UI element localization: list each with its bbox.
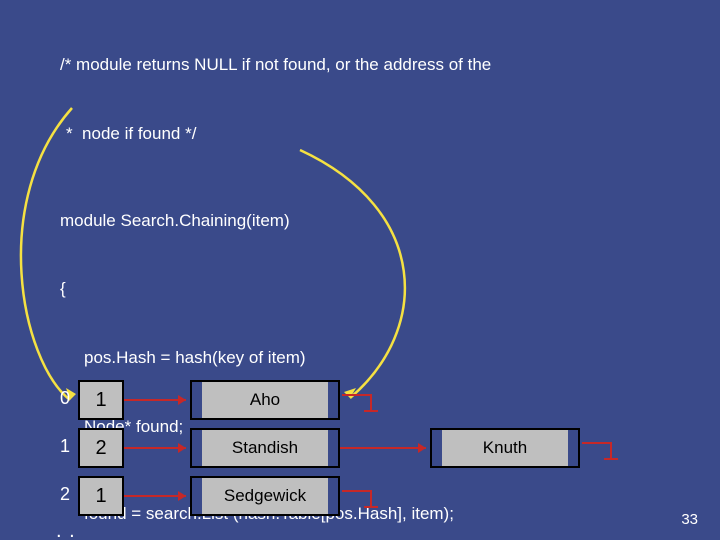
code-signature: module Search.Chaining(item)	[60, 210, 491, 233]
chain-length-box: 1	[78, 380, 124, 420]
chain-node: Sedgewick	[190, 476, 340, 516]
chain-length-box: 1	[78, 476, 124, 516]
chain-length-value: 1	[95, 485, 106, 508]
bucket-index: 1	[50, 436, 70, 457]
bucket-index: 2	[50, 484, 70, 505]
code-line-1: pos.Hash = hash(key of item)	[84, 347, 491, 370]
chain-length-value: 2	[95, 437, 106, 460]
chain-node: Aho	[190, 380, 340, 420]
chain-node-label: Aho	[250, 390, 280, 410]
code-comment-l2: * node if found */	[66, 123, 491, 146]
chain-node: Knuth	[430, 428, 580, 468]
chain-node: Standish	[190, 428, 340, 468]
chain-node-label: Standish	[232, 438, 298, 458]
chain-node-label: Sedgewick	[224, 486, 306, 506]
ellipsis-icon: . .	[56, 520, 76, 540]
bucket-index: 0	[50, 388, 70, 409]
slide-number: 33	[681, 511, 698, 528]
chain-length-value: 1	[95, 389, 106, 412]
chain-length-box: 2	[78, 428, 124, 468]
code-comment-l1: /* module returns NULL if not found, or …	[60, 54, 491, 77]
code-brace-open: {	[60, 278, 491, 301]
chain-node-label: Knuth	[483, 438, 527, 458]
